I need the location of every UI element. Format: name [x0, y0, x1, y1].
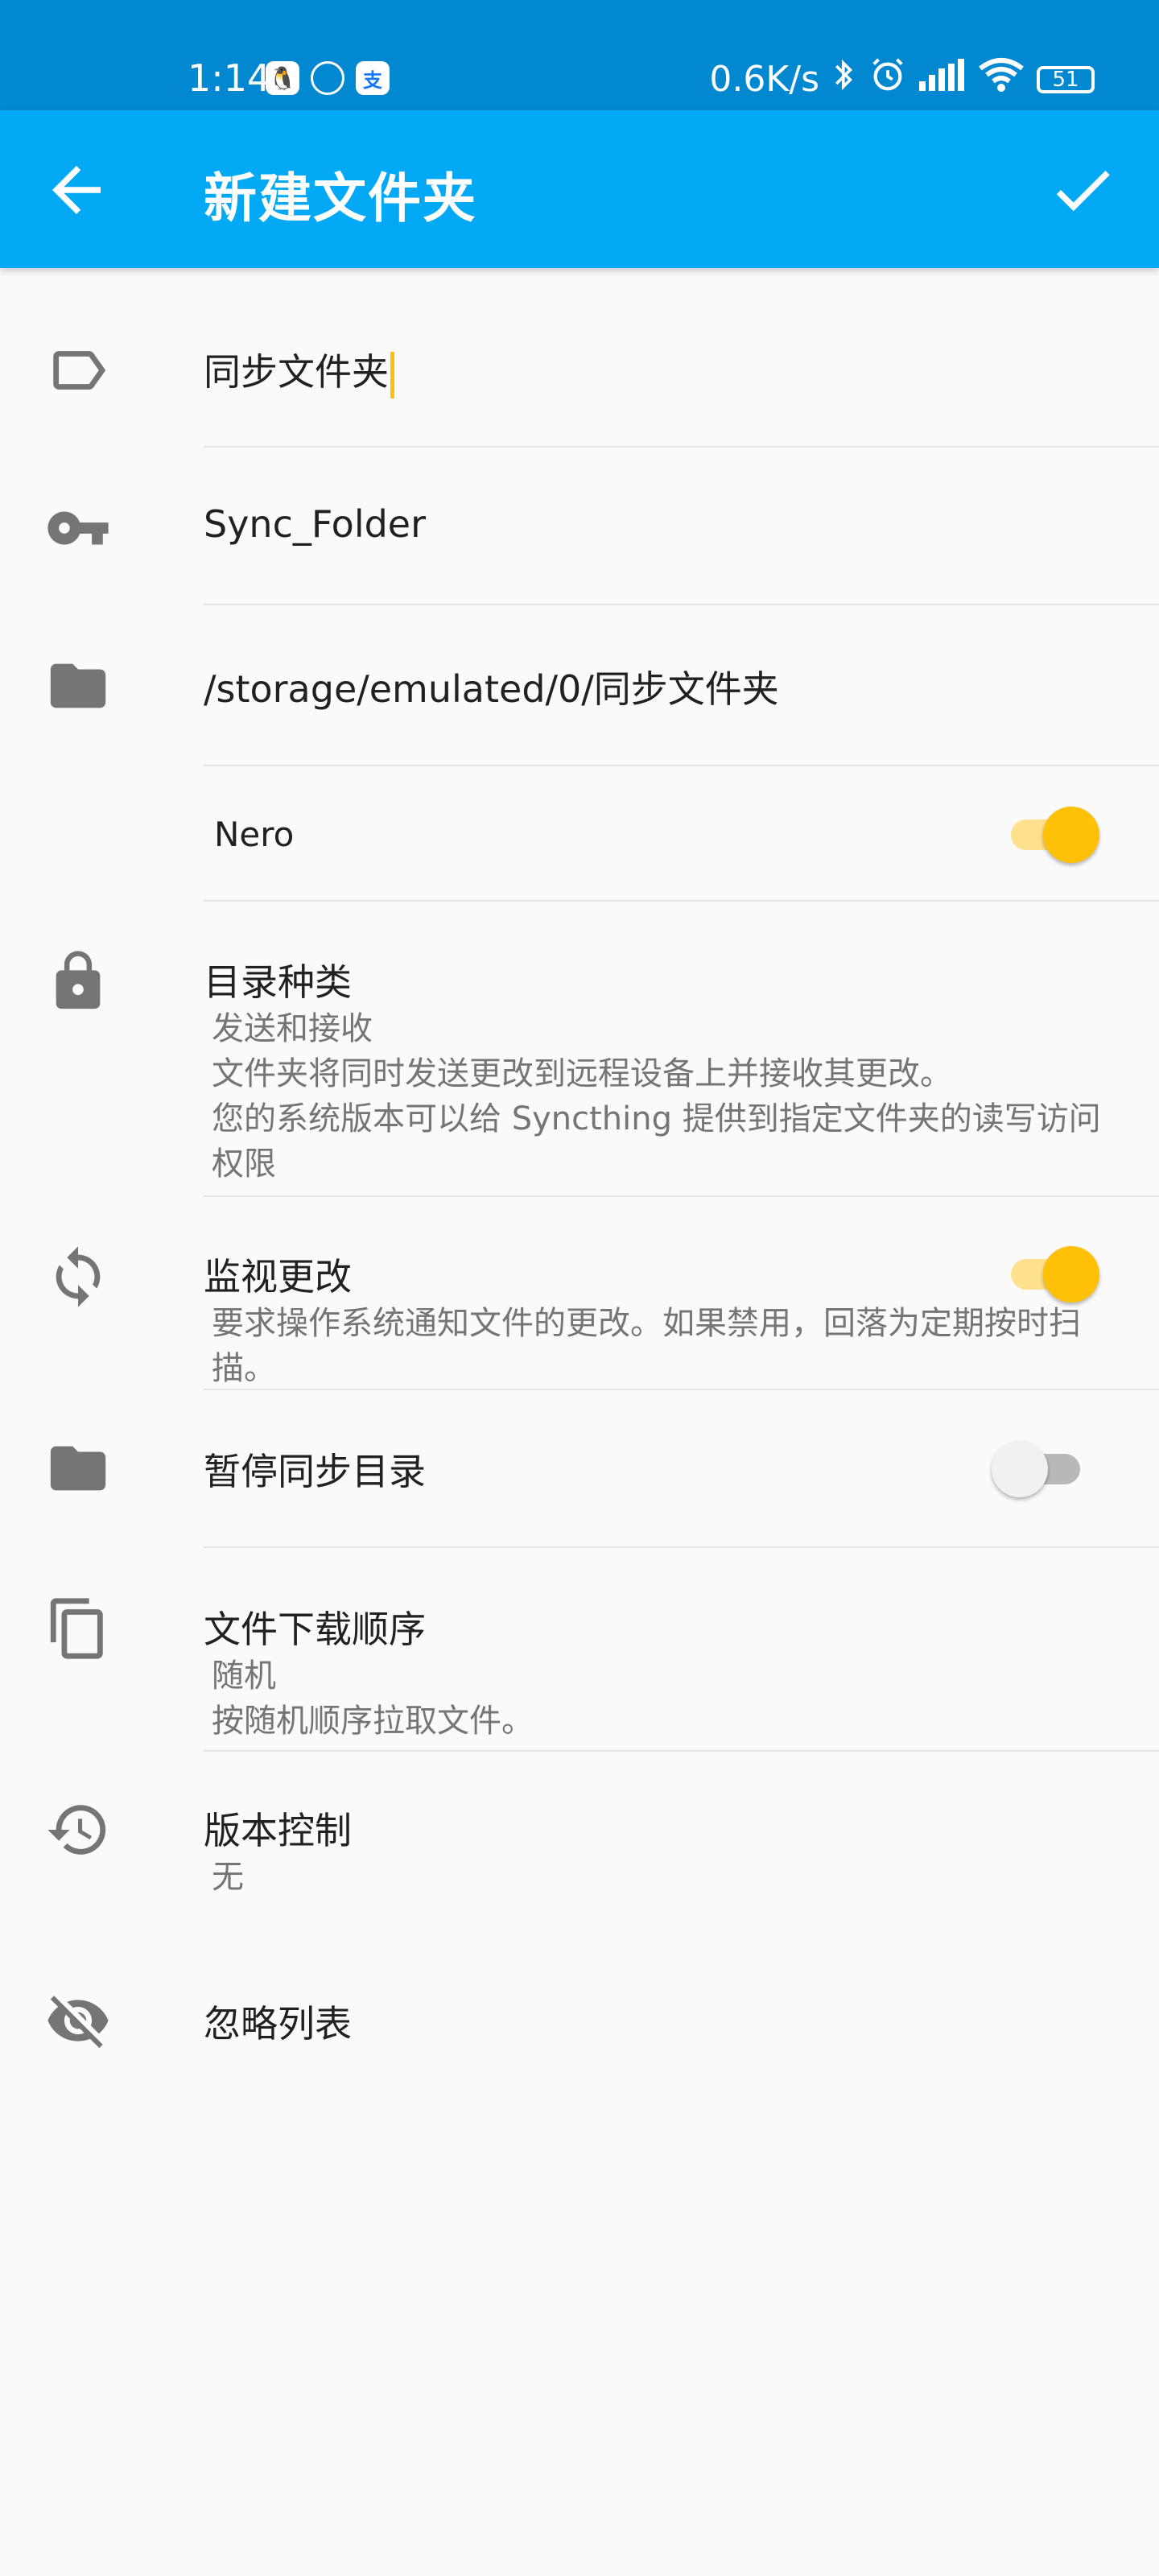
watch-changes-item[interactable]: 监视更改 要求操作系统通知文件的更改。如果禁用，回落为定期按时扫 描。	[204, 1248, 1081, 1391]
battery-indicator: 51	[1037, 65, 1095, 93]
watch-changes-desc: 要求操作系统通知文件的更改。如果禁用，回落为定期按时扫	[212, 1305, 1081, 1342]
pause-folder-switch[interactable]	[992, 1436, 1090, 1501]
folder-type-value: 发送和接收	[212, 1010, 373, 1047]
device-name: Nero	[214, 815, 295, 854]
folder-id-input[interactable]: Sync_Folder	[204, 502, 426, 546]
watch-changes-title: 监视更改	[204, 1255, 352, 1298]
versioning-value: 无	[212, 1859, 244, 1896]
wifi-icon	[979, 57, 1024, 101]
alipay-notification-icon: 支	[356, 61, 390, 95]
page-title: 新建文件夹	[204, 167, 477, 229]
back-button[interactable]	[40, 154, 113, 226]
check-icon	[1056, 170, 1110, 212]
eye-off-icon	[45, 1988, 111, 2054]
folder-label-input[interactable]: 同步文件夹	[204, 343, 394, 398]
history-icon	[45, 1797, 111, 1863]
folder-icon	[45, 653, 111, 719]
divider	[204, 1546, 1159, 1548]
sync-icon	[45, 1244, 111, 1310]
status-time: 1:14	[188, 56, 271, 100]
folder-type-item[interactable]: 目录种类 发送和接收 文件夹将同时发送更改到远程设备上并接收其更改。 您的系统版…	[204, 953, 1101, 1187]
divider	[204, 900, 1159, 902]
folder-label-value: 同步文件夹	[204, 350, 389, 394]
signal-icon	[919, 59, 966, 100]
versioning-title: 版本控制	[204, 1809, 352, 1852]
pull-order-item[interactable]: 文件下载顺序 随机 按随机顺序拉取文件。	[204, 1600, 534, 1744]
lock-icon	[45, 948, 111, 1014]
text-cursor	[390, 351, 394, 398]
divider	[204, 1750, 1159, 1752]
folder-type-title: 目录种类	[204, 960, 352, 1004]
alarm-icon	[869, 56, 906, 102]
pause-folder-label: 暂停同步目录	[204, 1450, 426, 1493]
watch-changes-switch[interactable]	[1006, 1241, 1101, 1306]
pull-order-title: 文件下载顺序	[204, 1608, 426, 1651]
divider	[204, 604, 1159, 605]
device-share-switch[interactable]	[1006, 802, 1101, 866]
versioning-item[interactable]: 版本控制 无	[204, 1802, 352, 1900]
divider	[204, 446, 1159, 448]
network-speed: 0.6K/s	[709, 59, 819, 100]
copy-icon	[45, 1596, 111, 1662]
key-icon	[45, 495, 111, 561]
label-icon	[45, 337, 111, 403]
divider	[204, 765, 1159, 766]
divider	[204, 1389, 1159, 1390]
folder-icon	[45, 1435, 111, 1501]
app-toolbar: 新建文件夹	[0, 110, 1159, 268]
ignore-list-item[interactable]: 忽略列表	[204, 1995, 352, 2048]
arrow-back-icon	[52, 166, 101, 214]
divider	[204, 1195, 1159, 1197]
pull-order-desc: 按随机顺序拉取文件。	[212, 1703, 534, 1740]
folder-path-field[interactable]: /storage/emulated/0/同步文件夹	[204, 660, 779, 713]
qq-notification-icon: 🐧	[266, 61, 299, 95]
browser-notification-icon	[311, 61, 344, 95]
bluetooth-icon	[832, 57, 856, 101]
folder-type-note-cont: 权限	[212, 1146, 276, 1183]
folder-type-note: 您的系统版本可以给 Syncthing 提供到指定文件夹的读写访问	[212, 1100, 1101, 1137]
pull-order-value: 随机	[212, 1657, 276, 1695]
watch-changes-desc-cont: 描。	[212, 1350, 276, 1387]
status-bar: 1:14 🐧 支 0.6K/s 51	[0, 0, 1159, 110]
save-button[interactable]	[1042, 154, 1123, 226]
folder-type-desc: 文件夹将同时发送更改到远程设备上并接收其更改。	[212, 1055, 952, 1092]
